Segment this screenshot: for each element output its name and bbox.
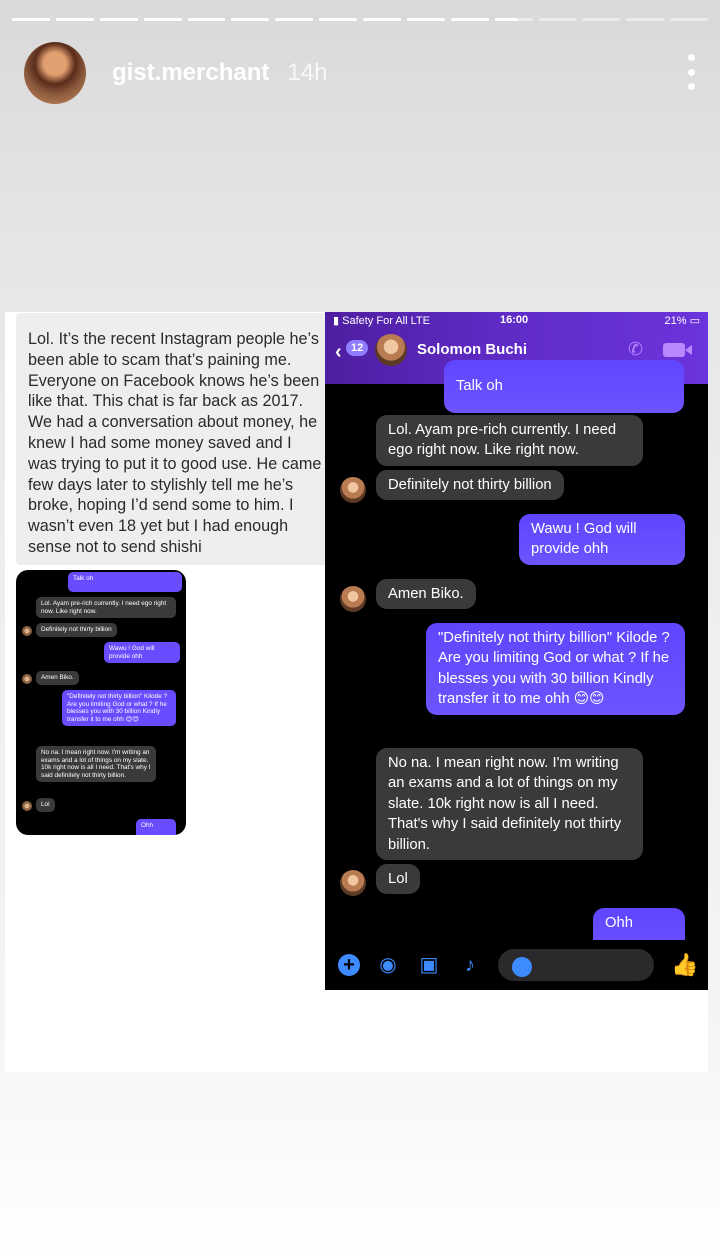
progress-segment <box>231 18 270 21</box>
mini-avatar <box>22 674 32 684</box>
chevron-left-icon[interactable]: ‹ <box>335 341 342 364</box>
progress-fill <box>12 18 50 21</box>
network-type: LTE <box>410 315 430 327</box>
emoji-icon[interactable] <box>512 957 532 977</box>
mini-chat-screenshot: Talk oh Lol. Ayam pre-rich currently. I … <box>16 570 186 835</box>
unread-count-badge[interactable]: 12 <box>346 340 369 356</box>
avatar[interactable] <box>24 42 86 104</box>
image-icon[interactable]: ▣ <box>418 954 440 976</box>
sender-avatar <box>340 477 366 503</box>
status-time: 16:00 <box>500 314 529 326</box>
mini-bubble: Lol <box>36 798 55 812</box>
progress-segment <box>12 18 50 21</box>
battery-icon: ▭ <box>689 315 700 327</box>
progress-segment <box>55 18 94 21</box>
plus-icon[interactable]: + <box>338 954 360 976</box>
more-vertical-icon[interactable] <box>686 54 696 90</box>
progress-fill <box>143 18 182 21</box>
phone-icon[interactable]: ✆ <box>628 339 650 359</box>
story-timestamp: 14h <box>287 59 328 86</box>
mini-bubble: Wawu ! God will provide ohh <box>104 642 180 664</box>
progress-fill <box>406 18 445 21</box>
carrier-name: Safety For All <box>342 315 408 327</box>
video-camera-icon[interactable] <box>663 343 692 357</box>
sender-avatar <box>340 870 366 896</box>
camera-icon[interactable]: ◉ <box>377 954 399 976</box>
mini-avatar <box>22 801 32 811</box>
status-bar: ▮ Safety For All LTE 16:00 21% ▭ <box>333 314 700 328</box>
progress-segment <box>626 18 665 21</box>
progress-fill <box>55 18 94 21</box>
progress-segment <box>187 18 226 21</box>
signal-icon: ▮ <box>333 315 340 327</box>
mini-bubble: Definitely not thirty billion <box>36 623 117 637</box>
microphone-icon[interactable]: ♪ <box>459 954 481 976</box>
progress-segment <box>538 18 577 21</box>
chat-bubble-outgoing: Talk oh <box>444 360 684 413</box>
progress-segment <box>582 18 621 21</box>
caption-box: Lol. It’s the recent Instagram people he… <box>16 313 334 565</box>
chat-bubble-incoming: Amen Biko. <box>376 579 476 610</box>
chat-bubble-incoming: No na. I mean right now. I'm writing an … <box>376 748 643 861</box>
caption-text: Lol. It’s the recent Instagram people he… <box>28 330 322 556</box>
chat-bubble-outgoing: "Definitely not thirty billion" Kilode ?… <box>426 623 685 715</box>
progress-segment <box>670 18 708 21</box>
progress-fill <box>363 18 401 21</box>
progress-fill <box>450 18 489 21</box>
message-input[interactable]: Aa <box>498 949 654 981</box>
progress-fill <box>187 18 226 21</box>
contact-name[interactable]: Solomon Buchi <box>417 341 527 358</box>
progress-segment <box>275 18 314 21</box>
progress-segment <box>494 18 533 21</box>
thumbs-up-icon[interactable]: 👍 <box>671 952 698 978</box>
progress-segment <box>406 18 445 21</box>
progress-segment <box>99 18 138 21</box>
chat-bubble-incoming: Lol <box>376 864 420 895</box>
story-username[interactable]: gist.merchant <box>112 59 269 87</box>
mini-bubble: Lol. Ayam pre-rich currently. I need ego… <box>36 597 176 619</box>
chat-bubble-incoming: Lol. Ayam pre-rich currently. I need ego… <box>376 415 643 466</box>
progress-fill <box>99 18 138 21</box>
progress-segment <box>319 18 357 21</box>
mini-bubble: "Definitely not thirty billion" Kilode ?… <box>62 690 176 727</box>
battery-percent: 21% <box>664 315 687 327</box>
message-composer: + ◉ ▣ ♪ Aa 👍 <box>325 940 708 990</box>
progress-fill <box>231 18 270 21</box>
progress-fill <box>319 18 357 21</box>
progress-segment <box>143 18 182 21</box>
chat-bubble-incoming: Definitely not thirty billion <box>376 470 564 501</box>
mini-avatar <box>22 626 32 636</box>
progress-fill <box>494 18 518 21</box>
progress-fill <box>275 18 314 21</box>
mini-bubble: Amen Biko. <box>36 671 79 685</box>
mini-bubble: No na. I mean right now. I'm writing an … <box>36 746 156 783</box>
mini-bubble: Ohh <box>136 819 176 835</box>
story-progress-bars <box>12 18 708 21</box>
chat-screenshot: ▮ Safety For All LTE 16:00 21% ▭ ‹ 12 So… <box>325 312 708 990</box>
chat-bubble-outgoing: Wawu ! God will provide ohh <box>519 514 685 565</box>
contact-avatar[interactable] <box>375 334 407 366</box>
sender-avatar <box>340 586 366 612</box>
progress-segment <box>450 18 489 21</box>
story-header: gist.merchant 14h <box>24 40 696 106</box>
progress-segment <box>363 18 401 21</box>
mini-bubble: Talk oh <box>68 572 182 592</box>
